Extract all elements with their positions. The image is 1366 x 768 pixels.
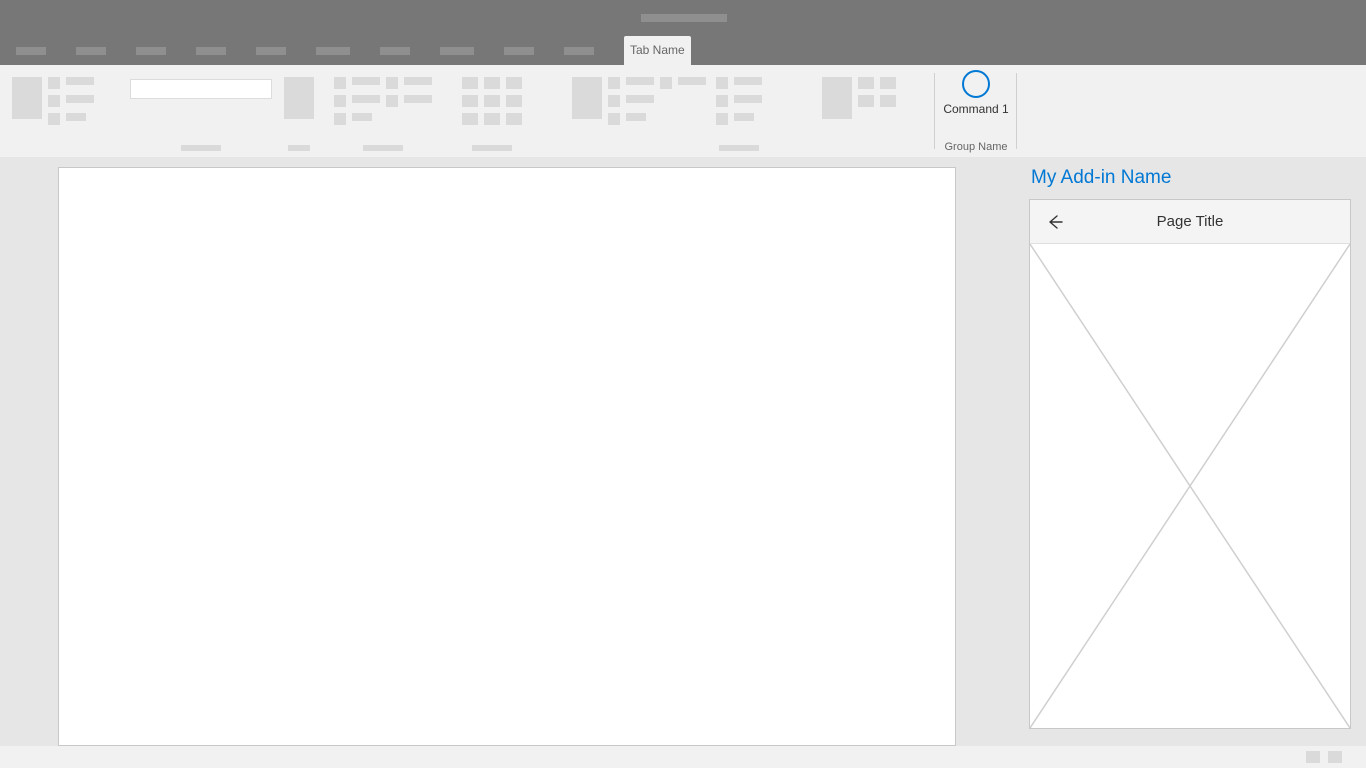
taskpane: My Add-in Name Page Title: [1021, 167, 1357, 729]
command-label: Command 1: [940, 102, 1012, 116]
back-arrow-icon[interactable]: [1046, 213, 1064, 231]
taskpane-title: My Add-in Name: [1021, 167, 1357, 189]
ribbon-tab-stub[interactable]: [16, 47, 46, 55]
ribbon-custom-group: Command 1 Group Name: [940, 65, 1012, 157]
ribbon-group-stub: [284, 65, 314, 157]
view-mode-stub[interactable]: [1306, 751, 1320, 763]
ribbon-tab-stub[interactable]: [380, 47, 410, 55]
view-mode-stub[interactable]: [1328, 751, 1342, 763]
title-placeholder: [641, 14, 727, 22]
ribbon-tab-stub[interactable]: [564, 47, 594, 55]
taskpane-card: Page Title: [1029, 199, 1351, 729]
titlebar: [0, 0, 1366, 36]
ribbon-tab-stub[interactable]: [196, 47, 226, 55]
ribbon-group-stub: [716, 65, 762, 157]
ribbon-group-stub: [462, 65, 522, 157]
ribbon-tabstrip: Tab Name: [0, 36, 1366, 65]
ribbon-group-stub: [822, 65, 896, 157]
workspace: My Add-in Name Page Title: [0, 157, 1366, 746]
taskpane-header: Page Title: [1030, 200, 1350, 244]
ribbon-tab-stub[interactable]: [504, 47, 534, 55]
ribbon-group-stub: [572, 65, 706, 157]
ribbon-tab-active[interactable]: Tab Name: [624, 36, 691, 65]
statusbar: [0, 746, 1366, 768]
ribbon-group-stub: [334, 65, 432, 157]
ribbon: Command 1 Group Name: [0, 65, 1366, 157]
taskpane-body-placeholder: [1030, 244, 1350, 728]
ribbon-tab-stub[interactable]: [316, 47, 350, 55]
group-label: Group Name: [940, 141, 1012, 153]
command-circle-icon: [962, 70, 990, 98]
ribbon-tab-stub[interactable]: [76, 47, 106, 55]
ribbon-group-stub: [130, 65, 272, 157]
ribbon-tab-stub[interactable]: [440, 47, 474, 55]
ribbon-tab-stub[interactable]: [256, 47, 286, 55]
command-button[interactable]: Command 1: [940, 70, 1012, 116]
ribbon-divider: [1016, 73, 1017, 149]
ribbon-group-stub: [12, 65, 94, 157]
ribbon-divider: [934, 73, 935, 149]
ribbon-tab-stub[interactable]: [136, 47, 166, 55]
document-canvas[interactable]: [58, 167, 956, 746]
taskpane-page-title: Page Title: [1157, 213, 1224, 230]
